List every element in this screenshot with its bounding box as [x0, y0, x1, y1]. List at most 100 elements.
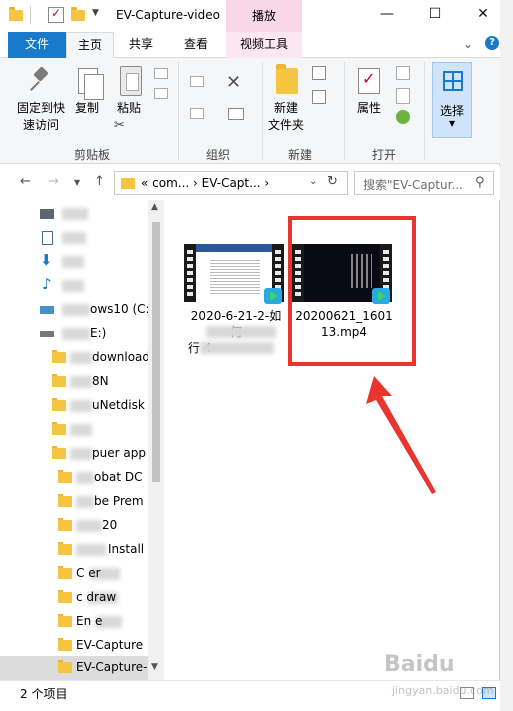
rename-icon[interactable]	[228, 108, 244, 120]
nav-item-folder[interactable]: 20	[0, 514, 148, 538]
new-folder-icon[interactable]	[276, 64, 298, 94]
chevron-down-icon: ▼	[449, 119, 456, 128]
edit-icon[interactable]	[396, 88, 410, 104]
folder-icon	[58, 614, 72, 627]
item-count: 2 个项目	[20, 687, 68, 701]
scrollbar-thumb[interactable]	[152, 222, 160, 482]
folder-icon	[52, 398, 66, 411]
nav-item-music[interactable]: ♪	[0, 274, 148, 298]
nav-item-pictures[interactable]	[0, 202, 148, 226]
tab-home[interactable]: 主页	[66, 32, 114, 59]
paste-shortcut-icon[interactable]	[154, 88, 168, 99]
pin-label-line1: 固定到快	[16, 101, 65, 115]
nav-item-folder[interactable]: C er	[0, 562, 148, 586]
folder-icon	[58, 638, 72, 651]
group-label-organize: 组织	[206, 148, 231, 162]
customize-quick-access-icon[interactable]: ▼	[92, 8, 99, 18]
select-button[interactable]: 选择 ▼	[432, 62, 472, 138]
nav-item-drive-e[interactable]: E:)	[0, 322, 148, 346]
documents-icon	[42, 231, 53, 245]
easy-access-icon[interactable]	[312, 90, 326, 104]
nav-item-label: uNetdisk	[92, 398, 145, 412]
history-icon[interactable]	[396, 110, 410, 124]
highlight-arrow	[366, 376, 436, 494]
folder-icon	[58, 660, 72, 673]
address-path: « com... › EV-Capt... ›	[141, 176, 270, 190]
blurred-label	[70, 376, 92, 388]
refresh-icon[interactable]: ↻	[327, 174, 338, 189]
nav-item-downloads[interactable]: ⬇	[0, 250, 148, 274]
nav-item-folder[interactable]	[0, 418, 148, 442]
chevron-down-icon[interactable]: ▼	[151, 662, 158, 672]
scissors-icon[interactable]: ✂	[114, 118, 125, 133]
properties-button[interactable]: 属性	[352, 100, 386, 117]
nav-item-folder[interactable]: obat DC	[0, 466, 148, 490]
blurred-label	[200, 342, 274, 354]
nav-item-folder[interactable]: uNetdisk	[0, 394, 148, 418]
folder-icon	[58, 470, 72, 483]
folder-icon	[52, 374, 66, 387]
properties-icon[interactable]	[358, 68, 380, 94]
collapse-ribbon-icon[interactable]: ⌄	[463, 37, 473, 51]
tab-view[interactable]: 查看	[168, 32, 224, 58]
nav-item-folder[interactable]: be Prem	[0, 490, 148, 514]
nav-item-label: Install	[108, 542, 145, 556]
pin-quick-access-button[interactable]: 固定到快 速访问	[14, 100, 68, 134]
cut-path-icon[interactable]	[154, 68, 168, 79]
nav-item-documents[interactable]	[0, 226, 148, 250]
blurred-label	[70, 400, 92, 412]
open-icon[interactable]	[396, 66, 410, 80]
properties-quick-icon[interactable]	[48, 6, 64, 23]
back-icon[interactable]: ←	[20, 174, 31, 189]
nav-item-folder[interactable]: En e	[0, 610, 148, 634]
move-to-icon[interactable]	[190, 76, 204, 87]
blurred-label	[62, 232, 86, 244]
tab-file[interactable]: 文件	[8, 32, 66, 58]
new-item-icon[interactable]	[312, 66, 326, 80]
group-separator	[344, 62, 345, 160]
paste-button[interactable]: 粘贴	[114, 100, 144, 117]
nav-item-label: En e	[76, 614, 103, 628]
contextual-tab-header: 播放	[226, 0, 302, 32]
recent-locations-icon[interactable]: ▼	[74, 178, 80, 187]
forward-icon[interactable]: →	[48, 174, 59, 189]
nav-item-folder[interactable]: c draw	[0, 586, 148, 610]
ribbon-tabs: 文件 主页 共享 查看 视频工具 ⌄ ?	[0, 32, 500, 59]
nav-scrollbar[interactable]: ▲ ▼	[148, 200, 164, 680]
navigation-pane: ⬇ ♪ ows10 (C: E:) download 8N uNetdisk p…	[0, 200, 164, 680]
maximize-button[interactable]: ☐	[424, 6, 446, 26]
tab-share[interactable]: 共享	[116, 32, 166, 58]
new-folder-quick-icon[interactable]	[70, 7, 86, 23]
nav-item-folder[interactable]: download	[0, 346, 148, 370]
blurred-label	[62, 304, 90, 316]
copy-button[interactable]: 复制	[72, 100, 102, 117]
tab-video-tools[interactable]: 视频工具	[226, 32, 302, 58]
ribbon: 固定到快 速访问 复制 粘贴 ✂ 剪贴板 ✕ 组织 新建 文件夹 新建 属性	[0, 58, 500, 164]
nav-item-drive-c[interactable]: ows10 (C:	[0, 298, 148, 322]
chevron-up-icon[interactable]: ▲	[151, 202, 158, 212]
nav-item-folder[interactable]: EV-Capture	[0, 634, 148, 658]
close-button[interactable]: ✕	[472, 6, 494, 26]
minimize-button[interactable]: —	[376, 6, 398, 26]
new-folder-button[interactable]: 新建 文件夹	[264, 100, 308, 134]
folder-icon	[58, 590, 72, 603]
search-input[interactable]: 搜索"EV-Captur... ⚲	[354, 171, 494, 195]
nav-item-folder[interactable]: puer app	[0, 442, 148, 466]
watermark-url: jingyan.baidu.com	[392, 684, 494, 697]
delete-icon[interactable]: ✕	[226, 72, 241, 93]
video-thumbnail	[184, 244, 284, 304]
nav-item-folder[interactable]: 8N	[0, 370, 148, 394]
pin-icon[interactable]	[30, 68, 52, 94]
folder-icon[interactable]	[8, 7, 24, 23]
group-label-clipboard: 剪贴板	[74, 148, 111, 162]
folder-icon	[58, 494, 72, 507]
copy-icon[interactable]	[78, 68, 104, 100]
address-bar[interactable]: « com... › EV-Capt... › ⌄ ↻	[114, 171, 348, 195]
nav-item-folder-selected[interactable]: EV-Capture-	[0, 656, 148, 680]
up-icon[interactable]: ↑	[94, 174, 105, 189]
nav-item-folder[interactable]: Install	[0, 538, 148, 562]
paste-icon[interactable]	[120, 66, 142, 96]
help-icon[interactable]: ?	[485, 36, 499, 50]
copy-to-icon[interactable]	[190, 108, 204, 119]
chevron-down-icon[interactable]: ⌄	[309, 176, 317, 187]
